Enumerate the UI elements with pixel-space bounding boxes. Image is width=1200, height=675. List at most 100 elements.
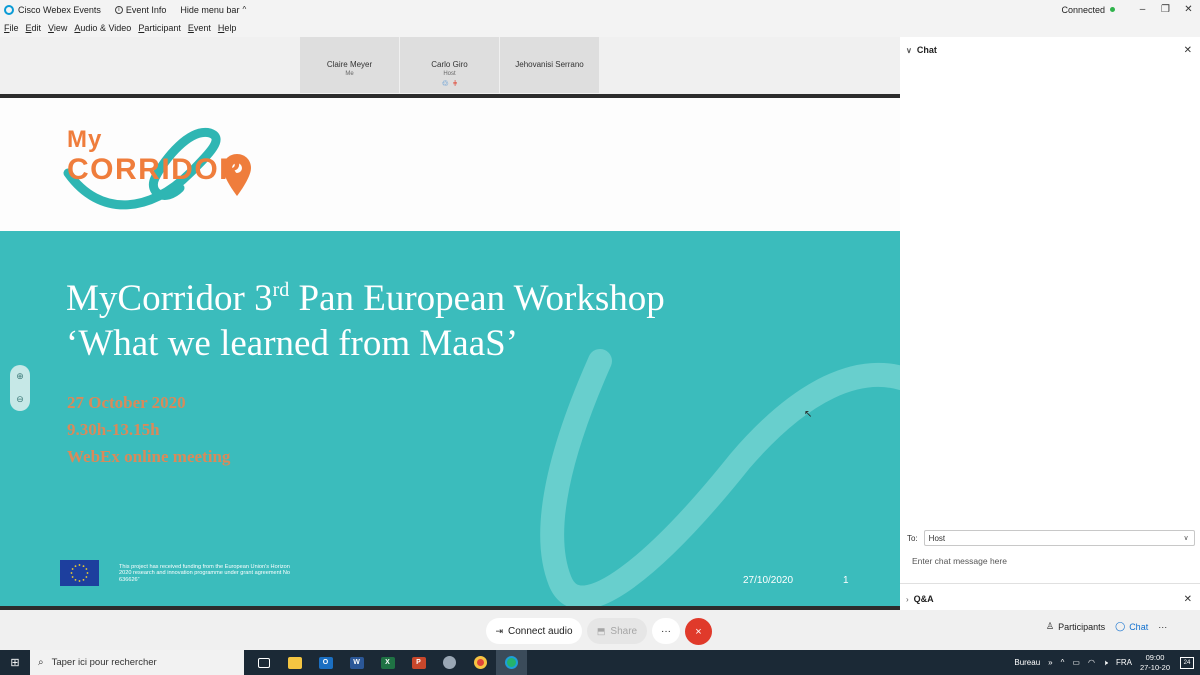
chevron-right-icon: › [906,594,909,604]
status-dot-icon [1110,7,1115,12]
more-options-button[interactable]: ··· [652,618,680,644]
mouse-cursor-icon: ↖ [804,409,813,420]
slide-title-pre: MyCorridor 3 [66,278,273,319]
search-placeholder: Taper ici pour rechercher [51,657,157,668]
participant-tile[interactable]: Carlo Giro Host ♲ ǂ [400,37,499,93]
slide-body: MyCorridor 3rd Pan European Workshop ‘Wh… [0,231,900,606]
restore-button[interactable]: ❐ [1154,4,1177,15]
language-indicator[interactable]: FRA [1116,658,1132,667]
share-label: Share [610,625,638,637]
chrome-icon[interactable] [465,650,496,675]
chevron-down-icon: ∨ [1183,535,1189,542]
hide-menu-bar-button[interactable]: Hide menu bar ^ [180,5,246,15]
menu-event[interactable]: Event [188,23,211,33]
clock-time: 09:00 [1145,652,1165,662]
connect-audio-label: Connect audio [508,625,573,637]
word-icon[interactable]: W [341,650,372,675]
battery-icon[interactable]: ▭ [1072,658,1080,667]
participant-tile[interactable]: Jehovanisi Serrano [500,37,599,93]
title-bar: Cisco Webex Events i Event Info Hide men… [0,0,1200,19]
slide-venue: WebEx online meeting [67,447,231,466]
event-info-label: Event Info [125,4,167,15]
meeting-stage: Claire Meyer Me Carlo Giro Host ♲ ǂ Jehov… [0,37,900,610]
chevron-up-icon: ^ [242,5,247,14]
presenter-icon: ♲ [441,79,449,88]
menu-participant[interactable]: Participant [138,23,181,33]
notification-center-icon[interactable]: 24 [1180,656,1194,669]
menu-edit[interactable]: Edit [26,23,42,33]
participants-button[interactable]: ♙ Participants [1046,621,1105,632]
share-button[interactable]: ⬒ Share [587,618,647,644]
info-icon: i [114,5,123,14]
webex-taskbar-icon[interactable] [496,650,527,675]
slide-event-details: 27 October 2020 9.30h-13.15h WebEx onlin… [67,389,230,470]
close-chat-icon[interactable]: ✕ [1184,45,1192,56]
shared-slide: My CORRIDOR MyCorridor 3rd Pan European … [0,94,900,610]
zoom-out-icon[interactable]: ⊖ [10,388,30,411]
windows-start-icon[interactable]: ⊞ [0,650,30,675]
slide-title-sup: rd [272,279,290,301]
slide-title-post: Pan European Workshop [289,278,665,319]
share-icon: ⬒ [596,625,606,636]
taskbar-search[interactable]: ⌕ Taper ici pour rechercher [30,650,244,675]
outlook-icon[interactable]: O [310,650,341,675]
participants-label: Participants [1058,621,1106,632]
recipient-select[interactable]: Host ∨ [923,530,1195,546]
participant-role: Me [345,71,354,77]
search-icon: ⌕ [38,657,44,668]
qa-header[interactable]: › Q&A ✕ [900,588,1200,610]
audio-connect-icon: ⇥ [495,625,504,636]
overflow-button[interactable]: ··· [1158,622,1167,632]
clock-date: 27-10-20 [1139,662,1170,672]
slide-date: 27 October 2020 [67,393,186,412]
windows-taskbar: ⊞ ⌕ Taper ici pour rechercher O W X P Bu… [0,650,1200,675]
qa-title: Q&A [913,594,934,604]
file-explorer-icon[interactable] [279,650,310,675]
chat-recipient-row: To: Host ∨ [907,530,1195,546]
slide-footer-date: 27/10/2020 [743,575,794,586]
show-hidden-icons-icon[interactable]: ^ [1061,658,1065,667]
task-view-icon[interactable] [248,650,279,675]
minimize-button[interactable]: – [1131,4,1154,15]
desktop-label[interactable]: Bureau [1014,658,1040,667]
close-window-button[interactable]: ✕ [1177,4,1200,15]
menu-file[interactable]: File [4,23,19,33]
chevron-right-icon[interactable]: » [1048,658,1052,667]
zoom-controls: ⊕ ⊖ [10,365,30,411]
wifi-icon[interactable]: ◠ [1088,658,1095,667]
menu-view[interactable]: View [48,23,67,33]
chat-header[interactable]: ∨ Chat ✕ [900,37,1200,63]
slide-page-number: 1 [843,575,849,586]
slide-title: MyCorridor 3rd Pan European Workshop ‘Wh… [66,276,665,366]
chat-panel: ∨ Chat ✕ To: Host ∨ Enter chat message h… [900,37,1200,610]
chat-title: Chat [916,45,937,55]
system-tray: Bureau » ^ ▭ ◠ 🕨 FRA 09:00 27-10-20 24 [1014,653,1200,673]
menu-audio-video[interactable]: Audio & Video [74,23,131,33]
browser-icon[interactable] [434,650,465,675]
volume-muted-icon[interactable]: 🕨 [1103,658,1108,668]
participant-tile[interactable]: Claire Meyer Me [300,37,399,93]
close-qa-icon[interactable]: ✕ [1184,594,1192,605]
slide-header: My CORRIDOR [0,98,900,231]
webex-logo-icon [4,4,14,15]
chat-message-input[interactable]: Enter chat message here [900,548,1200,584]
to-label: To: [907,533,918,543]
muted-mic-icon: ǂ [452,79,458,88]
chevron-down-icon: ∨ [906,45,912,55]
leave-meeting-button[interactable]: × [685,618,712,645]
chat-label: Chat [1129,621,1149,632]
participant-role: Host [443,71,456,77]
participant-name: Carlo Giro [431,60,468,69]
taskbar-clock[interactable]: 09:00 27-10-20 [1140,653,1170,673]
slide-time: 9.30h-13.15h [67,420,160,439]
menu-help[interactable]: Help [218,23,237,33]
chat-button[interactable]: ◯ Chat [1115,621,1148,632]
powerpoint-icon[interactable]: P [403,650,434,675]
zoom-in-icon[interactable]: ⊕ [10,365,30,388]
person-icon: ♙ [1046,621,1055,631]
connect-audio-button[interactable]: ⇥ Connect audio [486,618,582,644]
logo-my-text: My [67,126,103,153]
event-info-button[interactable]: i Event Info [114,4,167,15]
excel-icon[interactable]: X [372,650,403,675]
participant-name: Claire Meyer [326,60,373,69]
